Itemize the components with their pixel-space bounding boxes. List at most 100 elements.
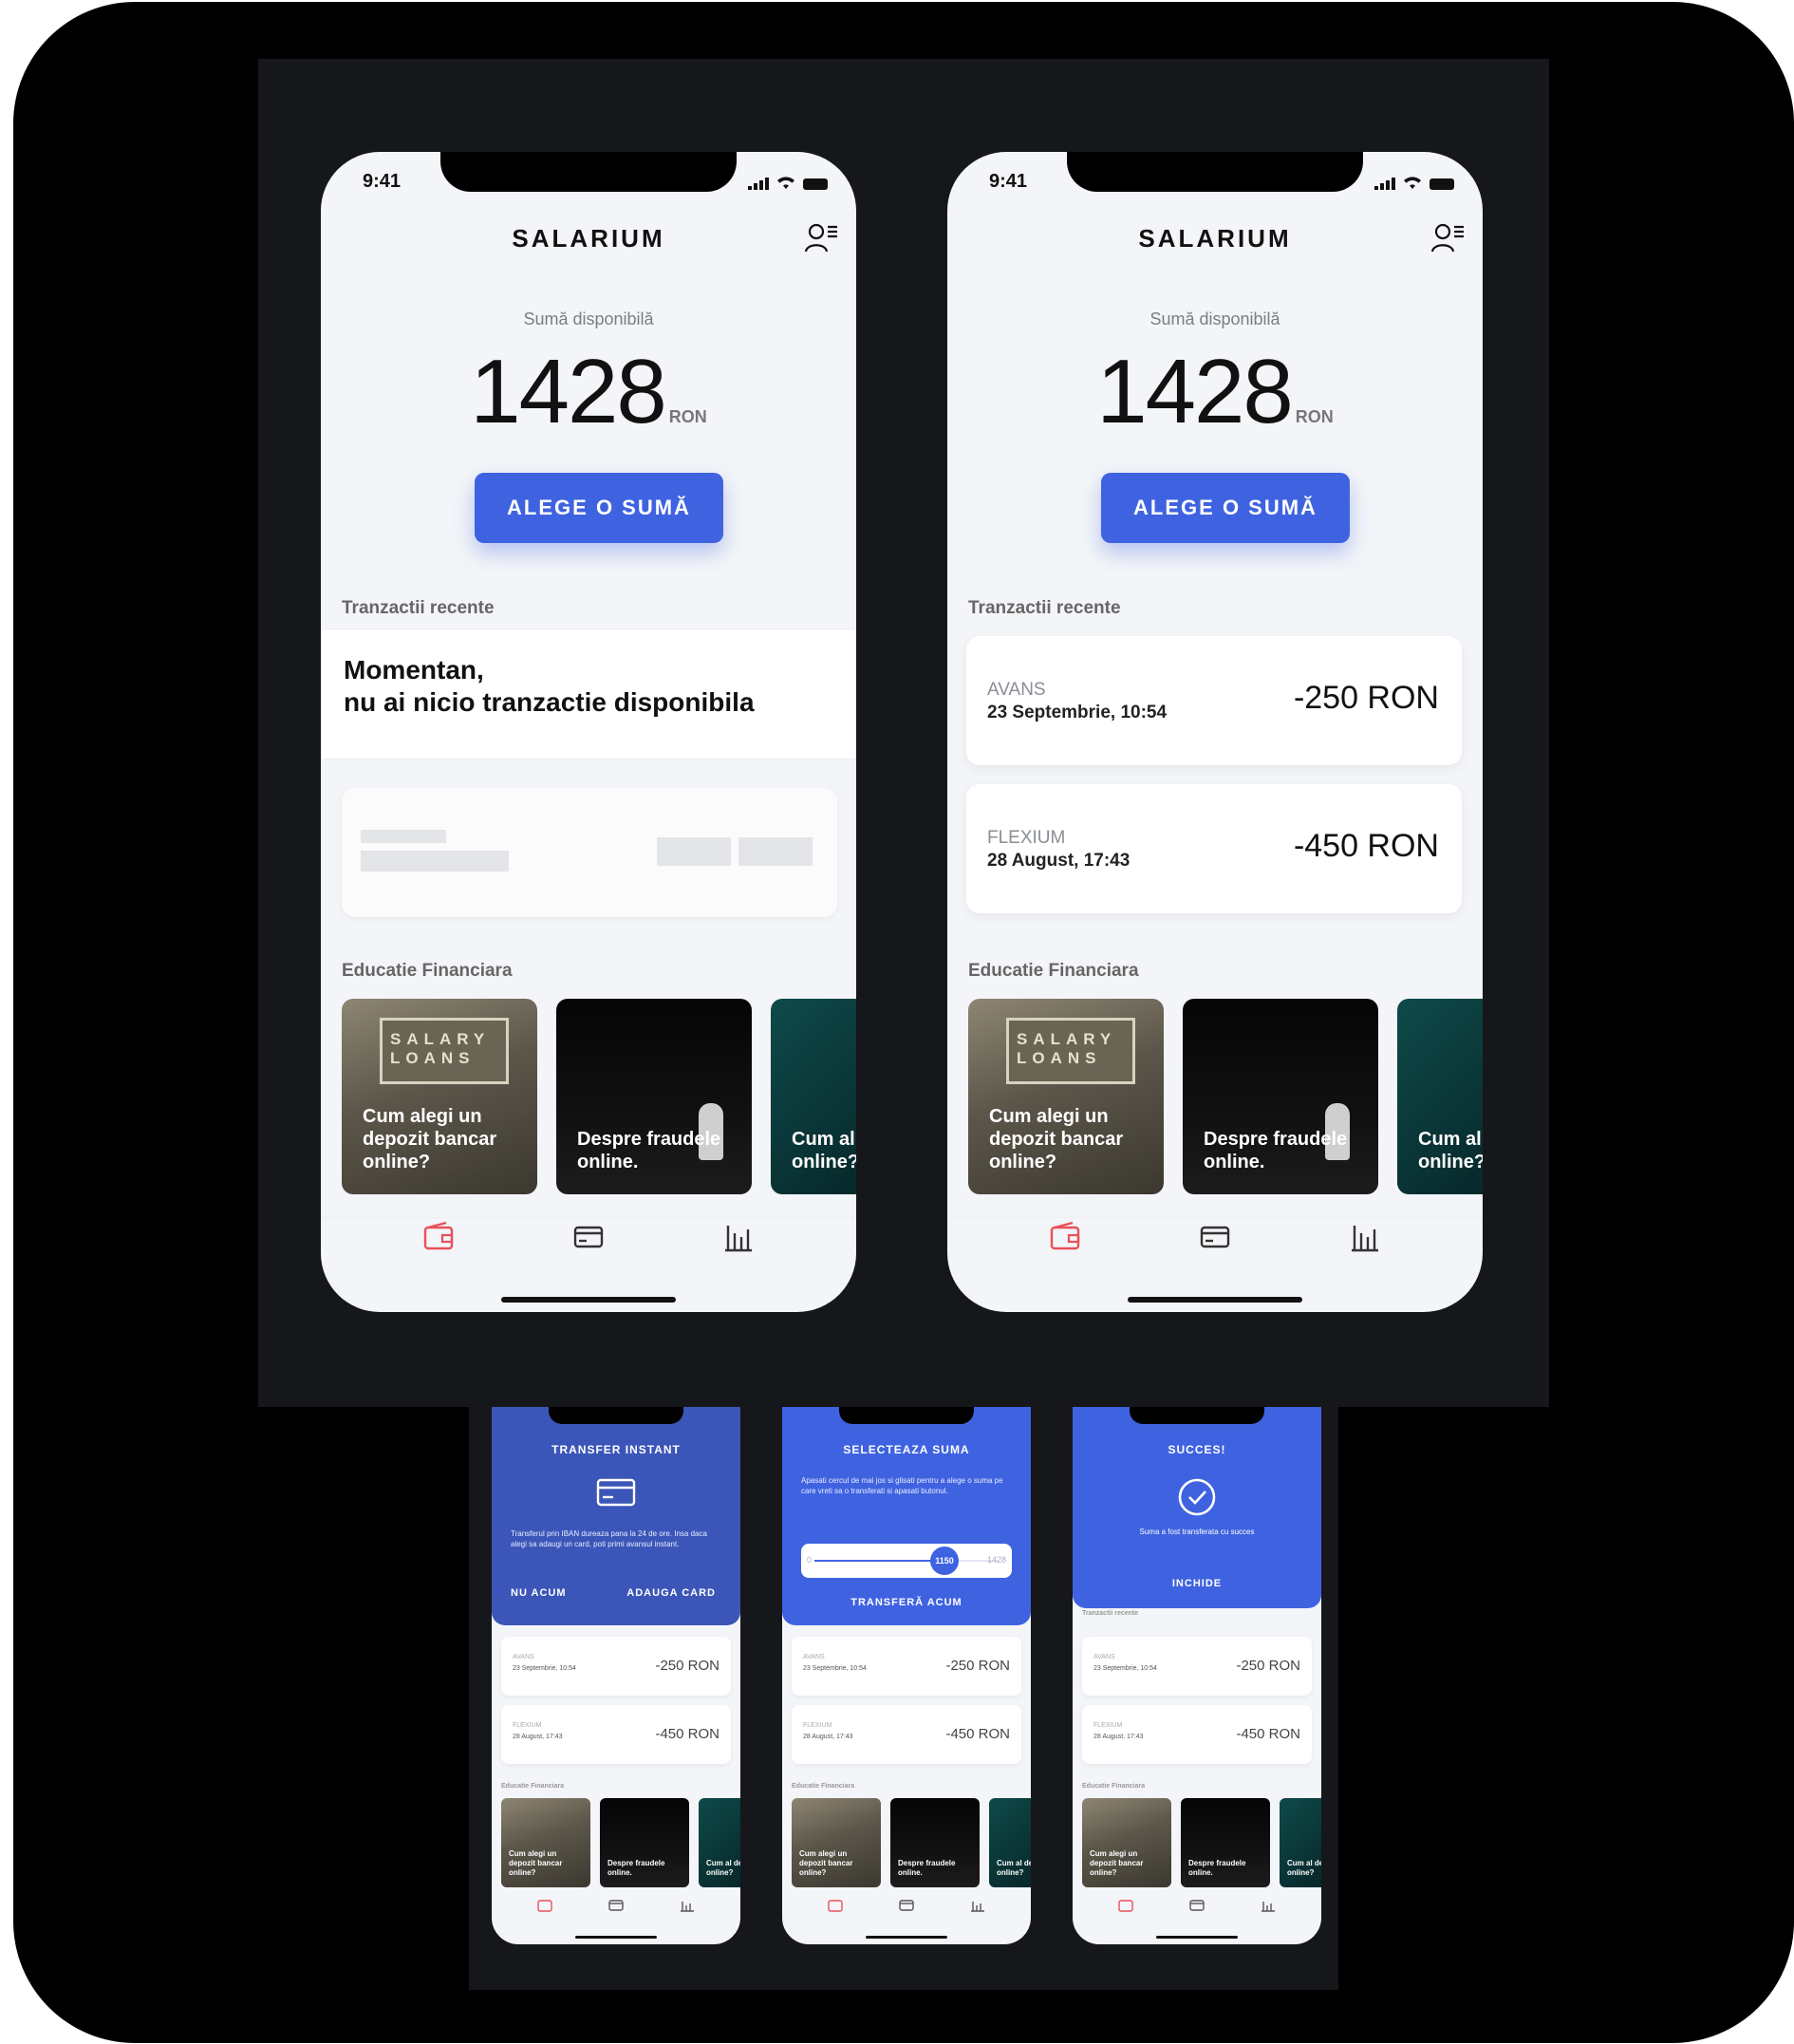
- salary-loans-sign: SALARY LOANS: [380, 1018, 509, 1084]
- education-card-title: Cum al depozit online?: [706, 1859, 740, 1877]
- transaction-date: 28 August, 17:43: [513, 1734, 563, 1740]
- close-button[interactable]: INCHIDE: [1073, 1578, 1321, 1589]
- education-card[interactable]: SALARY LOANS Cum alegi un depozit bancar…: [342, 999, 537, 1194]
- financial-education-label: Educatie Financiara: [1082, 1783, 1146, 1790]
- education-card-title: Cum al depozit online?: [1287, 1859, 1321, 1877]
- financial-education-label: Educatie Financiara: [792, 1783, 855, 1790]
- education-card[interactable]: Cum al depozit online?: [771, 999, 856, 1194]
- transfer-now-button[interactable]: TRANSFERĂ ACUM: [782, 1597, 1031, 1608]
- card-icon[interactable]: [608, 1899, 624, 1912]
- education-card[interactable]: Cum al depozit online?: [989, 1798, 1031, 1887]
- transaction-date: 23 Septembrie, 10:54: [803, 1665, 867, 1672]
- available-amount: 1428 RON: [321, 340, 856, 444]
- education-card[interactable]: Despre fraudele online.: [600, 1798, 689, 1887]
- sheet-title: SELECTEAZA SUMA: [843, 1443, 970, 1456]
- transaction-amount: -450 RON: [945, 1726, 1010, 1742]
- wallet-icon[interactable]: [1118, 1899, 1133, 1912]
- not-now-button[interactable]: NU ACUM: [511, 1587, 567, 1599]
- transaction-amount: -450 RON: [1236, 1726, 1300, 1742]
- empty-line-1: Momentan,: [344, 655, 484, 684]
- card-icon[interactable]: [570, 1218, 607, 1256]
- wallet-icon[interactable]: [1046, 1218, 1084, 1256]
- education-card[interactable]: Cum al depozit online?: [1280, 1798, 1321, 1887]
- status-time: 9:41: [363, 171, 402, 192]
- education-card-title: Cum alegi un depozit bancar online?: [989, 1106, 1124, 1172]
- transaction-card[interactable]: AVANS 23 Septembrie, 10:54 -250 RON: [792, 1637, 1021, 1696]
- chart-icon[interactable]: [719, 1218, 757, 1256]
- choose-amount-button[interactable]: ALEGE O SUMĂ: [475, 473, 723, 543]
- education-carousel[interactable]: SALARY LOANS Cum alegi un depozit bancar…: [968, 999, 1483, 1194]
- transaction-card[interactable]: FLEXIUM 28 August, 17:43 -450 RON: [966, 784, 1462, 913]
- empty-line-2: nu ai nicio tranzactie disponibila: [344, 687, 755, 717]
- transaction-name: FLEXIUM: [987, 828, 1066, 848]
- transaction-amount: -250 RON: [1236, 1658, 1300, 1674]
- home-indicator: [866, 1936, 947, 1939]
- education-card[interactable]: SALARY LOANS Cum alegi un depozit bancar…: [968, 999, 1164, 1194]
- education-card-title: Despre fraudele online.: [1204, 1129, 1348, 1172]
- transaction-date: 28 August, 17:43: [1093, 1734, 1144, 1740]
- education-card[interactable]: Despre fraudele online.: [556, 999, 752, 1194]
- signal-icon: [1374, 178, 1395, 190]
- transaction-card[interactable]: AVANS 23 Septembrie, 10:54 -250 RON: [501, 1637, 731, 1696]
- chart-icon[interactable]: [1346, 1218, 1384, 1256]
- card-icon[interactable]: [1189, 1899, 1205, 1912]
- wallet-icon[interactable]: [420, 1218, 458, 1256]
- card-icon[interactable]: [899, 1899, 914, 1912]
- sign-text: SALARY LOANS: [390, 1030, 490, 1067]
- phone-empty-state: 9:41 SALARIUM Sumă disponibilă 1428 RON A…: [321, 152, 856, 1312]
- transaction-card[interactable]: AVANS 23 Septembrie, 10:54 -250 RON: [966, 636, 1462, 765]
- financial-education-label: Educatie Financiara: [342, 961, 513, 981]
- phone-success: SUCCES! Suma a fost transferata cu succe…: [1073, 1407, 1321, 1944]
- chart-icon[interactable]: [1261, 1899, 1276, 1912]
- success-text: Suma a fost transferata cu succes: [1139, 1528, 1255, 1536]
- education-card[interactable]: Cum alegi un depozit bancar online?: [501, 1798, 590, 1887]
- available-amount: 1428 RON: [947, 340, 1483, 444]
- education-card[interactable]: Cum alegi un depozit bancar online?: [792, 1798, 881, 1887]
- education-carousel[interactable]: SALARY LOANS Cum alegi un depozit bancar…: [342, 999, 856, 1194]
- home-indicator: [1156, 1936, 1238, 1939]
- education-card-title: Cum alegi un depozit bancar online?: [509, 1849, 563, 1877]
- transaction-card[interactable]: FLEXIUM 28 August, 17:43 -450 RON: [1082, 1705, 1312, 1764]
- transaction-card[interactable]: FLEXIUM 28 August, 17:43 -450 RON: [792, 1705, 1021, 1764]
- card-icon[interactable]: [1196, 1218, 1234, 1256]
- transaction-amount: -450 RON: [1293, 828, 1439, 864]
- transaction-date: 23 Septembrie, 10:54: [987, 703, 1168, 722]
- amount-slider[interactable]: 0 1428 1150: [801, 1544, 1012, 1578]
- transaction-amount: -250 RON: [655, 1658, 719, 1674]
- recent-transactions-label: Tranzactii recente: [968, 598, 1121, 618]
- phone-with-transactions: 9:41 SALARIUM Sumă disponibilă 1428 RON A…: [947, 152, 1483, 1312]
- slider-knob[interactable]: 1150: [930, 1547, 959, 1575]
- transaction-card[interactable]: FLEXIUM 28 August, 17:43 -450 RON: [501, 1705, 731, 1764]
- phone-transfer-instant: TRANSFER INSTANT Transferul prin IBAN du…: [492, 1407, 740, 1944]
- transaction-card[interactable]: AVANS 23 Septembrie, 10:54 -250 RON: [1082, 1637, 1312, 1696]
- profile-menu-icon[interactable]: [803, 220, 839, 256]
- transaction-name: FLEXIUM: [803, 1722, 832, 1729]
- sign-text: SALARY LOANS: [1017, 1030, 1116, 1067]
- profile-menu-icon[interactable]: [1430, 220, 1466, 256]
- available-label: Sumă disponibilă: [523, 309, 654, 328]
- chart-icon[interactable]: [970, 1899, 985, 1912]
- wallet-icon[interactable]: [537, 1899, 552, 1912]
- tab-bar: [321, 1217, 856, 1273]
- education-card[interactable]: Cum alegi un depozit bancar online?: [1082, 1798, 1171, 1887]
- education-card[interactable]: Despre fraudele online.: [890, 1798, 980, 1887]
- choose-amount-button[interactable]: ALEGE O SUMĂ: [1101, 473, 1350, 543]
- card-icon: [596, 1478, 636, 1507]
- checkmark-icon: [1178, 1478, 1216, 1516]
- education-card[interactable]: Despre fraudele online.: [1181, 1798, 1270, 1887]
- transaction-date: 23 Septembrie, 10:54: [1093, 1665, 1157, 1672]
- education-card[interactable]: Cum al depozit online?: [699, 1798, 740, 1887]
- wallet-icon[interactable]: [828, 1899, 843, 1912]
- add-card-button[interactable]: ADAUGA CARD: [626, 1587, 716, 1599]
- success-sheet: SUCCES! Suma a fost transferata cu succe…: [1073, 1407, 1321, 1608]
- amount-value: 1428: [470, 341, 667, 442]
- wifi-icon: [777, 177, 794, 189]
- education-card[interactable]: Despre fraudele online.: [1183, 999, 1378, 1194]
- currency-label: RON: [1295, 407, 1334, 426]
- slider-fill: [814, 1560, 947, 1562]
- chart-icon[interactable]: [680, 1899, 695, 1912]
- slider-min: 0: [807, 1555, 813, 1565]
- battery-icon: [1430, 178, 1454, 190]
- education-card[interactable]: Cum al depozit online?: [1397, 999, 1483, 1194]
- notch: [549, 1407, 683, 1424]
